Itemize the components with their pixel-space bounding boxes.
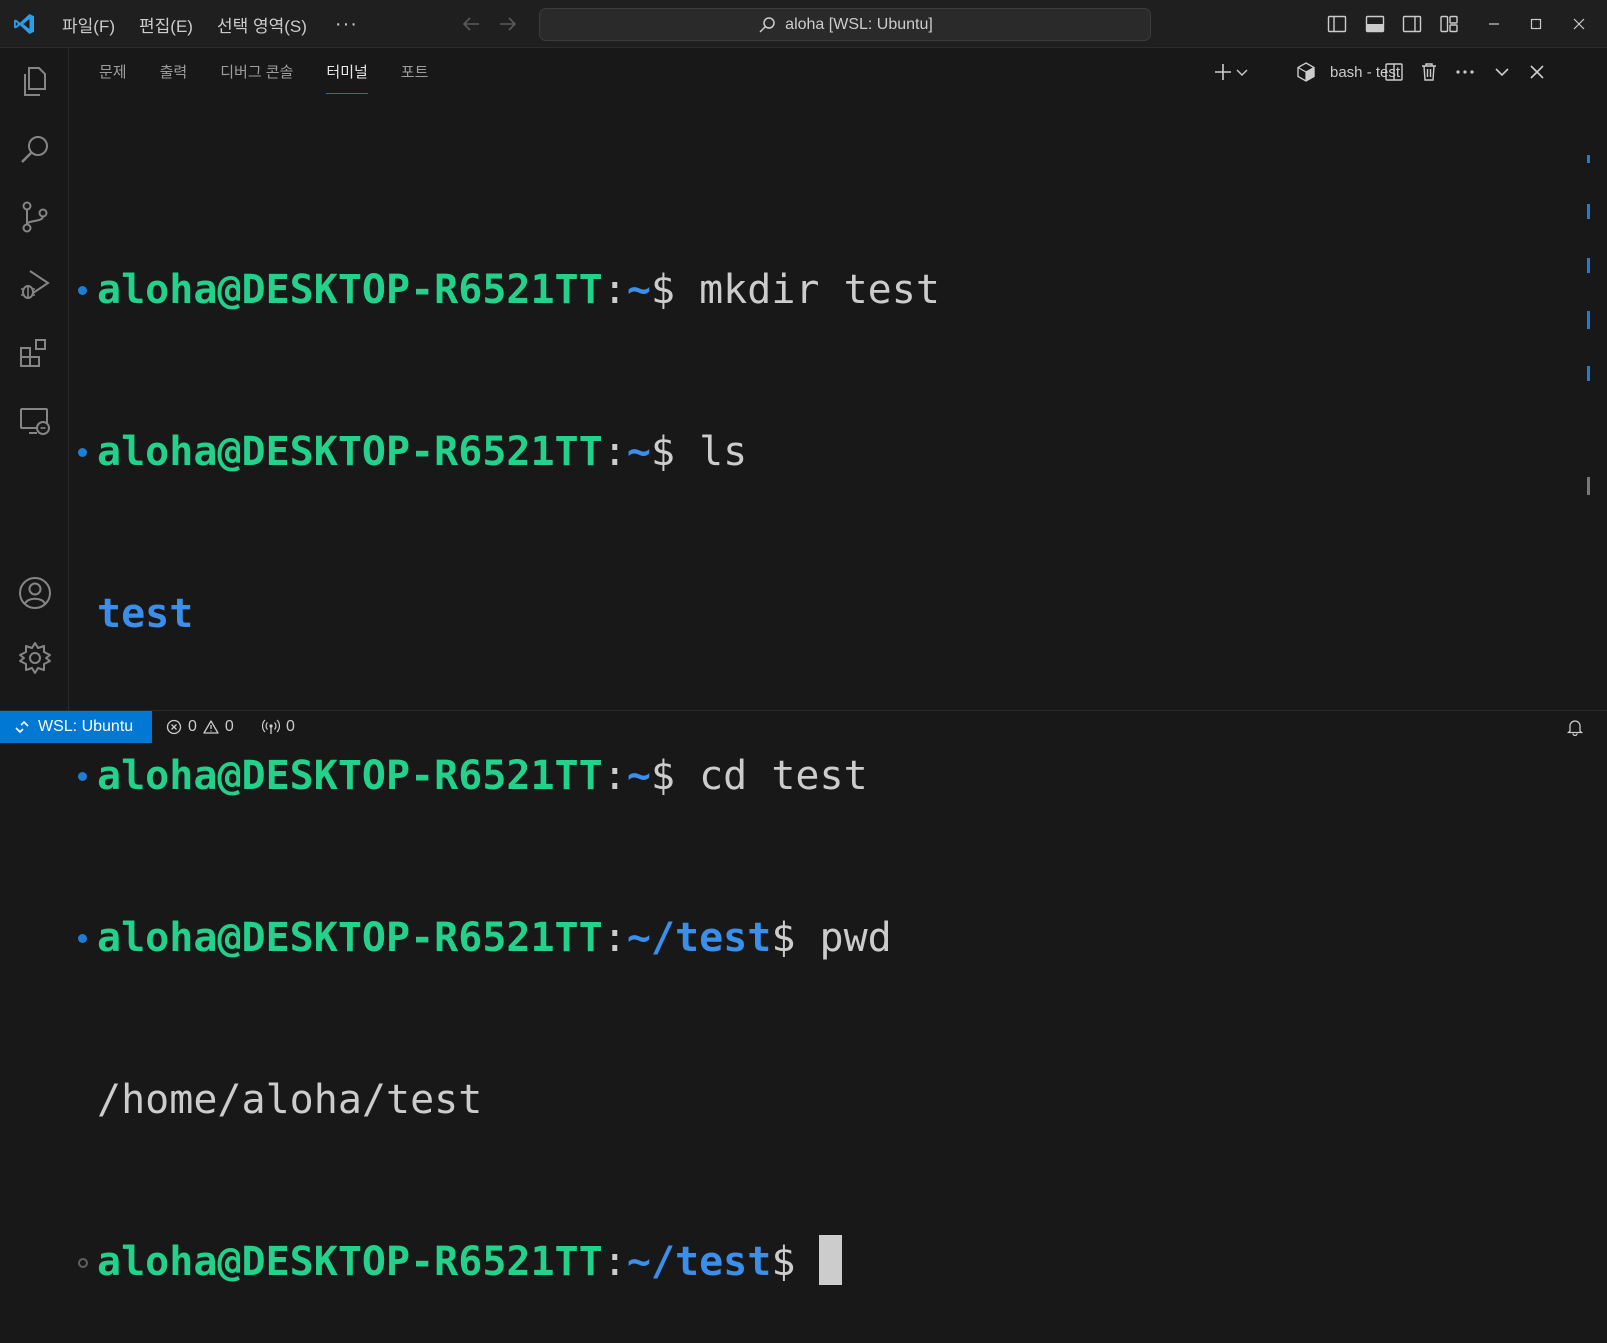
scrollbar-marker — [1587, 366, 1590, 381]
scrollbar-marker — [1587, 477, 1590, 495]
minimize-icon[interactable] — [1483, 13, 1505, 35]
maximize-panel-chevron-icon[interactable] — [1491, 61, 1513, 83]
vscode-logo-icon[interactable] — [12, 12, 36, 36]
remote-indicator[interactable]: WSL: Ubuntu — [0, 711, 152, 743]
command-text: cd test — [699, 753, 868, 799]
status-bar: WSL: Ubuntu 0 0 0 — [0, 710, 1607, 743]
problems-status[interactable]: 0 0 — [166, 711, 234, 743]
command-text: pwd — [819, 915, 892, 961]
tab-output[interactable]: 출력 — [160, 48, 188, 98]
command-success-decoration[interactable] — [78, 772, 87, 781]
warning-count: 0 — [224, 718, 234, 735]
command-center-search[interactable]: aloha [WSL: Ubuntu] — [539, 8, 1151, 41]
scrollbar-marker — [1587, 258, 1590, 273]
error-count: 0 — [188, 718, 197, 735]
prompt-cwd: ~/test — [626, 1239, 772, 1285]
search-icon — [759, 16, 775, 33]
tab-debug-console[interactable]: 디버그 콘솔 — [220, 48, 293, 98]
terminal-cursor — [819, 1235, 843, 1285]
close-window-icon[interactable] — [1568, 13, 1590, 35]
output-text: /home/aloha/test — [97, 1077, 483, 1123]
terminal-line: aloha@DESKTOP-R6521TT:~$ mkdir test — [75, 263, 1545, 317]
split-terminal-icon[interactable] — [1383, 61, 1405, 83]
toggle-panel-icon[interactable] — [1364, 13, 1386, 35]
tab-problems[interactable]: 문제 — [99, 48, 127, 98]
menu-edit[interactable]: 편집(E) — [139, 12, 193, 37]
more-actions-icon[interactable] — [1454, 61, 1476, 83]
new-terminal-plus-icon[interactable] — [1212, 61, 1234, 83]
broadcast-icon — [262, 719, 280, 734]
scrollbar-marker — [1587, 204, 1590, 219]
command-success-decoration[interactable] — [78, 448, 87, 457]
terminal-line: test — [75, 587, 1545, 641]
search-view-icon[interactable] — [17, 132, 53, 168]
remote-explorer-icon[interactable] — [17, 403, 53, 439]
command-pending-decoration[interactable] — [78, 1258, 88, 1268]
terminal-line: aloha@DESKTOP-R6521TT:~/test$ pwd — [75, 911, 1545, 965]
output-directory: test — [97, 591, 194, 637]
ports-count: 0 — [286, 718, 295, 735]
menu-more-button[interactable]: ··· — [335, 13, 358, 36]
prompt-cwd: ~ — [626, 429, 651, 475]
terminal-line: aloha@DESKTOP-R6521TT:~$ ls — [75, 425, 1545, 479]
prompt-user-host: aloha@DESKTOP-R6521TT — [97, 1239, 603, 1285]
command-success-decoration[interactable] — [78, 286, 87, 295]
terminal-line: aloha@DESKTOP-R6521TT:~$ cd test — [75, 749, 1545, 803]
manage-gear-icon[interactable] — [17, 640, 53, 676]
menu-file[interactable]: 파일(F) — [62, 12, 115, 37]
extensions-icon[interactable] — [17, 336, 53, 372]
error-icon — [166, 719, 182, 735]
run-and-debug-icon[interactable] — [17, 267, 53, 303]
maximize-icon[interactable] — [1525, 13, 1547, 35]
panel-header: 문제 출력 디버그 콘솔 터미널 포트 bash - test — [69, 48, 1607, 98]
warning-icon — [203, 720, 219, 734]
remote-label: WSL: Ubuntu — [38, 718, 134, 735]
prompt-user-host: aloha@DESKTOP-R6521TT — [97, 915, 603, 961]
terminal-line: /home/aloha/test — [75, 1073, 1545, 1127]
title-bar: 파일(F) 편집(E) 선택 영역(S) ··· aloha [WSL: Ubu… — [0, 0, 1607, 48]
toggle-primary-sidebar-icon[interactable] — [1326, 13, 1348, 35]
menu-bar: 파일(F) 편집(E) 선택 영역(S) ··· — [62, 0, 358, 48]
command-text: ls — [699, 429, 748, 475]
source-control-icon[interactable] — [17, 199, 53, 235]
tab-terminal[interactable]: 터미널 — [326, 48, 369, 98]
terminal-content[interactable]: aloha@DESKTOP-R6521TT:~$ mkdir test aloh… — [75, 155, 1545, 1343]
prompt-cwd: ~ — [626, 267, 651, 313]
prompt-cwd: ~ — [626, 753, 651, 799]
command-center-text: aloha [WSL: Ubuntu] — [785, 15, 933, 33]
command-text: mkdir test — [699, 267, 940, 313]
customize-layout-icon[interactable] — [1438, 13, 1460, 35]
prompt-user-host: aloha@DESKTOP-R6521TT — [97, 429, 603, 475]
terminal-profile-icon — [1297, 62, 1315, 82]
toggle-secondary-sidebar-icon[interactable] — [1401, 13, 1423, 35]
prompt-user-host: aloha@DESKTOP-R6521TT — [97, 753, 603, 799]
scrollbar-marker — [1587, 311, 1590, 329]
prompt-cwd: ~/test — [626, 915, 772, 961]
tab-ports[interactable]: 포트 — [401, 48, 429, 98]
trash-icon[interactable] — [1418, 61, 1440, 83]
accounts-icon[interactable] — [17, 575, 53, 611]
prompt-user-host: aloha@DESKTOP-R6521TT — [97, 267, 603, 313]
forward-arrow-icon[interactable] — [496, 12, 520, 36]
explorer-icon[interactable] — [17, 64, 53, 100]
menu-selection[interactable]: 선택 영역(S) — [217, 12, 307, 37]
command-success-decoration[interactable] — [78, 934, 87, 943]
remote-icon — [15, 720, 29, 734]
ports-status[interactable]: 0 — [262, 711, 295, 743]
notifications-bell-icon[interactable] — [1566, 718, 1584, 736]
back-arrow-icon[interactable] — [459, 12, 483, 36]
chevron-down-icon[interactable] — [1234, 61, 1250, 83]
terminal-line: aloha@DESKTOP-R6521TT:~/test$ — [75, 1235, 1545, 1289]
scrollbar-marker — [1587, 155, 1590, 163]
activity-bar — [0, 48, 69, 710]
close-panel-icon[interactable] — [1526, 61, 1548, 83]
panel-tabs: 문제 출력 디버그 콘솔 터미널 포트 — [99, 48, 461, 98]
